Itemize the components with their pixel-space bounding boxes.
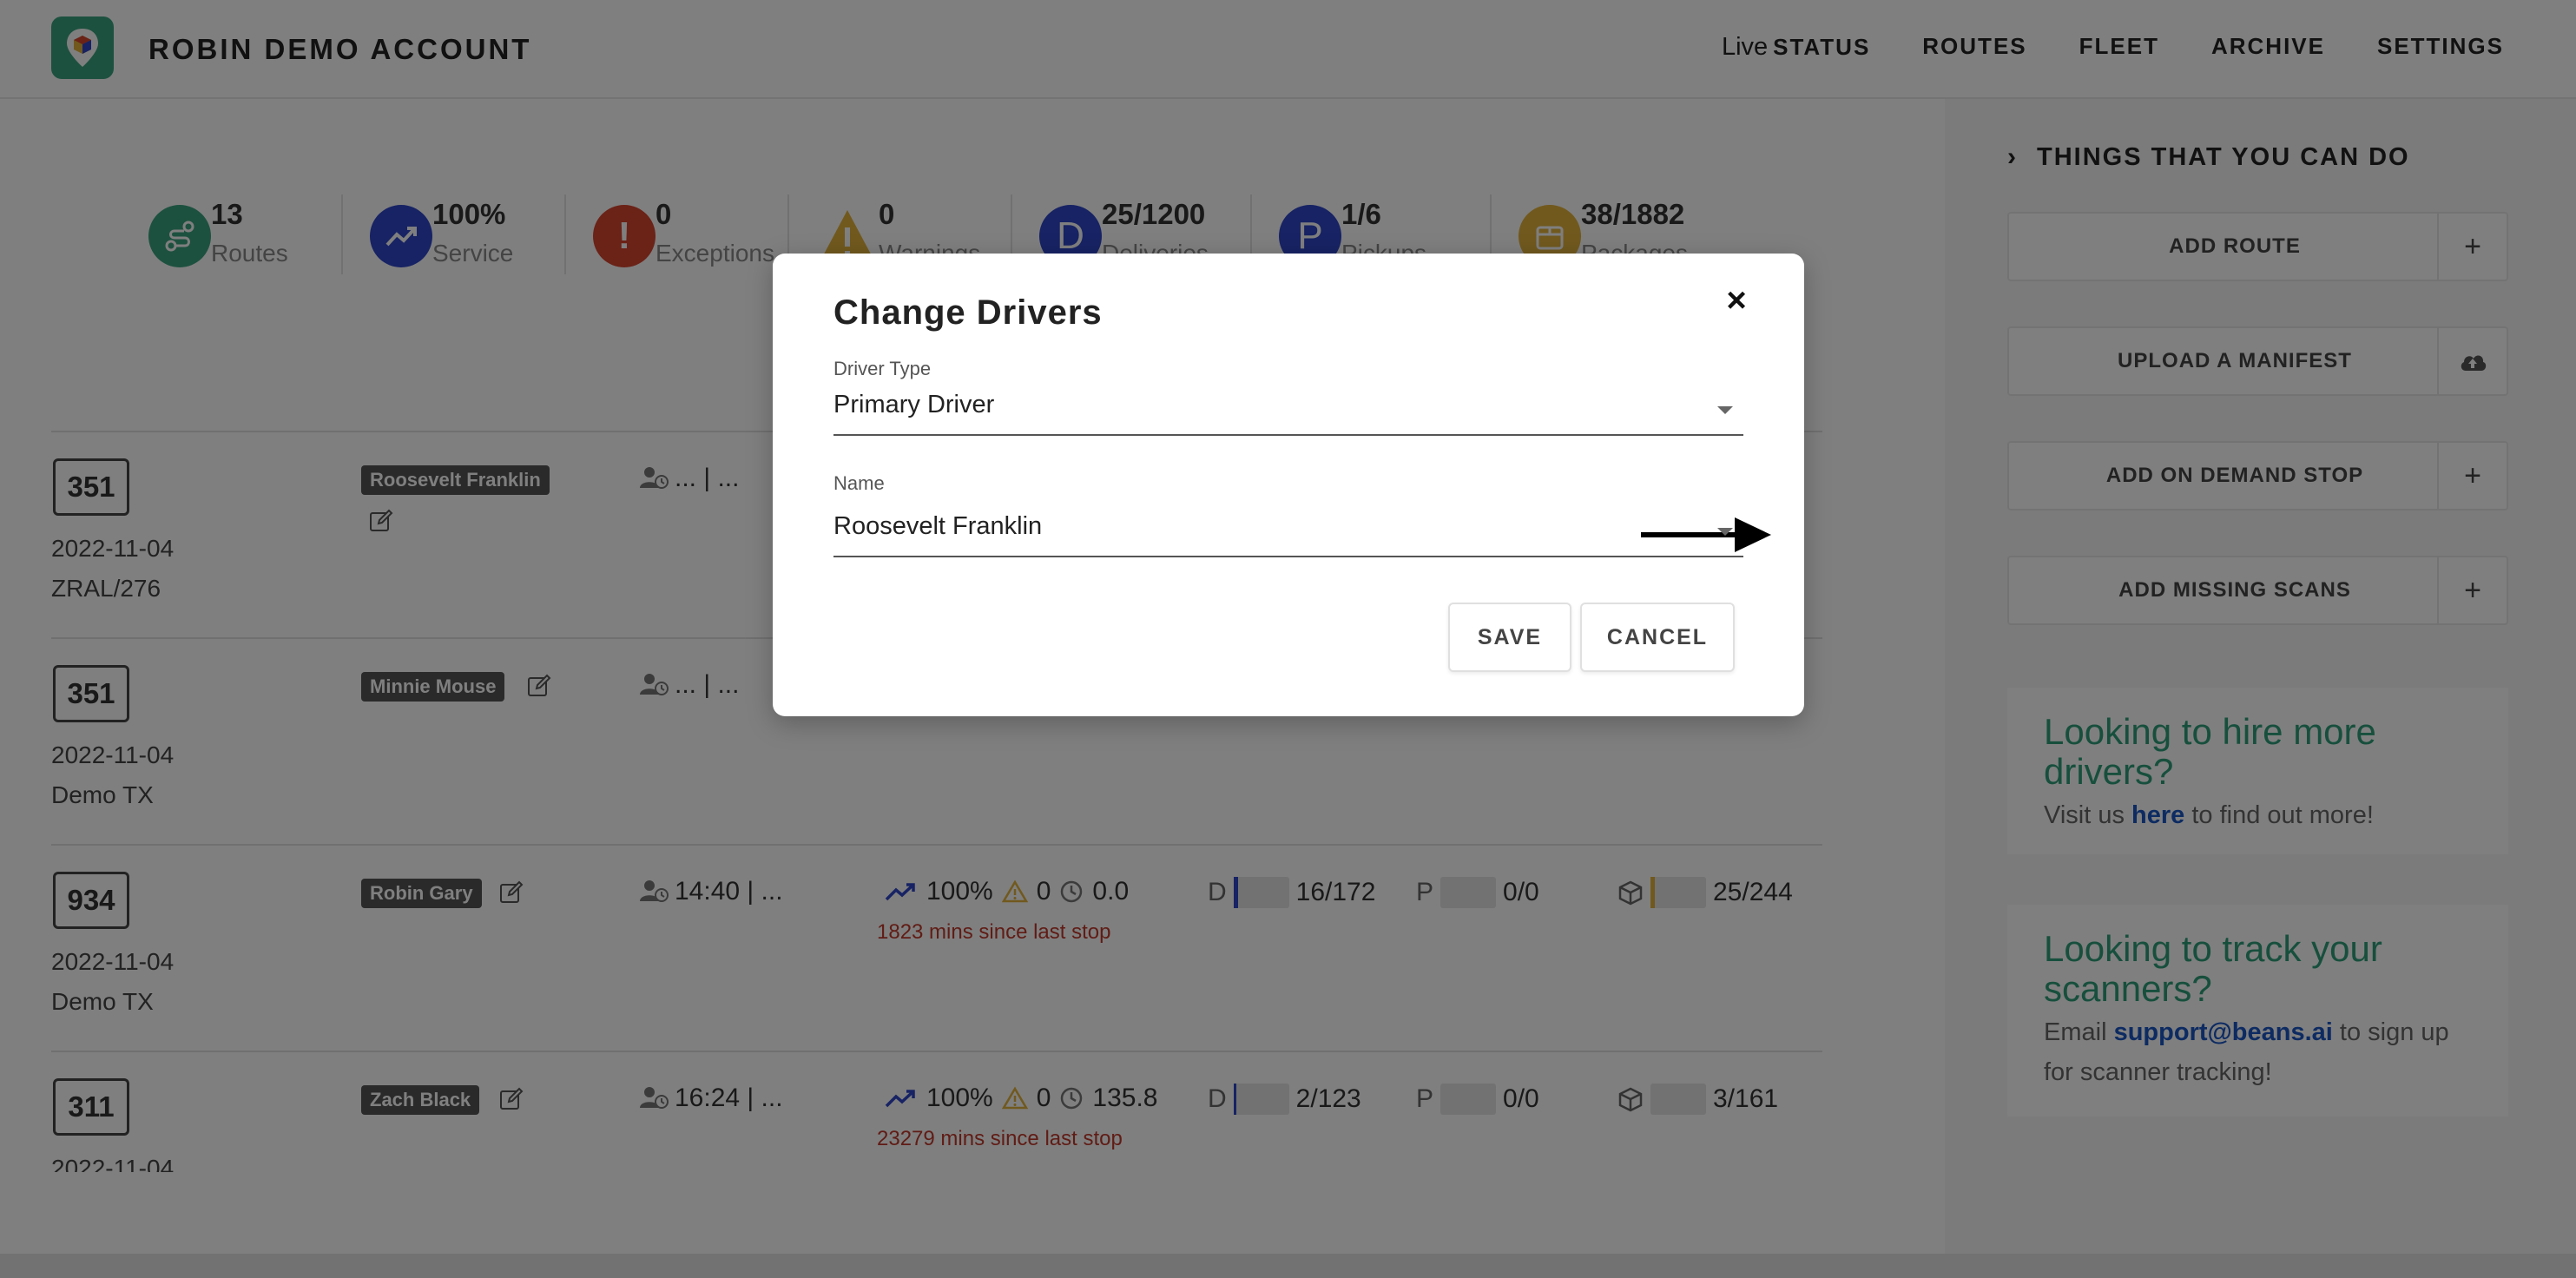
arrow-right-icon (1641, 517, 1771, 552)
driver-name-value: Roosevelt Franklin (833, 512, 1043, 540)
dialog-title: Change Drivers (833, 293, 1103, 332)
change-drivers-dialog: Change Drivers × Driver Type Primary Dri… (773, 254, 1804, 716)
save-button[interactable]: SAVE (1448, 603, 1571, 672)
chevron-down-icon[interactable] (1717, 528, 1733, 536)
driver-type-label: Driver Type (833, 358, 932, 379)
name-label: Name (833, 472, 885, 494)
driver-name-select[interactable]: Roosevelt Franklin (833, 500, 1771, 557)
cancel-button[interactable]: CANCEL (1580, 603, 1735, 672)
chevron-down-icon[interactable] (1717, 406, 1733, 414)
driver-type-select[interactable]: Primary Driver (833, 379, 1743, 436)
close-icon[interactable]: × (1717, 281, 1756, 320)
driver-type-value: Primary Driver (833, 391, 995, 418)
